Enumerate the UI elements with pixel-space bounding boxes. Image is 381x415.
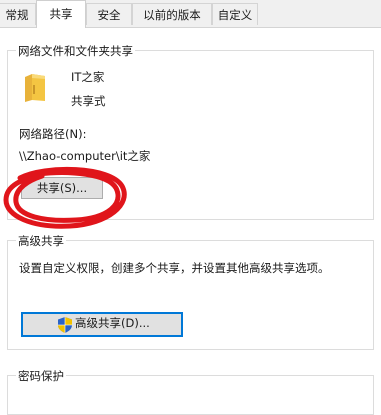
tab-bar: 常规 共享 安全 以前的版本 自定义	[0, 0, 381, 28]
folder-name: IT之家	[71, 70, 105, 84]
network-path-value: \\Zhao-computer\it之家	[19, 149, 151, 163]
advanced-sharing-title: 高级共享	[16, 233, 66, 249]
advanced-share-button[interactable]: 高级共享(D)...	[21, 312, 183, 337]
tab-security[interactable]: 安全	[86, 3, 132, 25]
share-status: 共享式	[71, 94, 106, 108]
advanced-sharing-description: 设置自定义权限，创建多个共享，并设置其他高级共享选项。	[19, 261, 330, 275]
tab-customize[interactable]: 自定义	[212, 3, 258, 25]
advanced-share-button-label: 高级共享(D)...	[75, 316, 150, 330]
shield-icon	[58, 317, 72, 333]
tab-sharing[interactable]: 共享	[36, 0, 86, 28]
network-path-label: 网络路径(N):	[19, 127, 87, 141]
folder-icon	[25, 74, 45, 102]
password-protection-title: 密码保护	[16, 368, 66, 384]
network-sharing-title: 网络文件和文件夹共享	[16, 43, 135, 59]
tab-previous-versions[interactable]: 以前的版本	[132, 3, 212, 25]
tab-general[interactable]: 常规	[0, 3, 36, 25]
password-protection-group: 密码保护	[7, 368, 374, 415]
share-button[interactable]: 共享(S)...	[21, 177, 103, 199]
